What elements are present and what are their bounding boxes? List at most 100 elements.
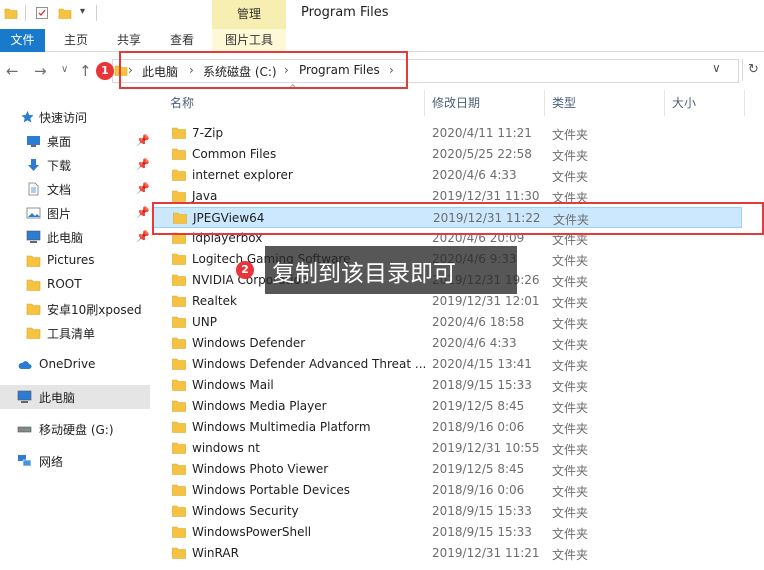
file-row[interactable]: Windows Mail 2018/9/15 15:33 文件夹	[152, 375, 742, 396]
file-row[interactable]: internet explorer 2020/4/6 4:33 文件夹	[152, 165, 742, 186]
file-row[interactable]: 7-Zip 2020/4/11 11:21 文件夹	[152, 123, 742, 144]
new-folder-icon[interactable]	[58, 6, 72, 20]
sidebar-item-downloads[interactable]: 下载 📌	[0, 153, 150, 177]
column-header-name[interactable]: 名称	[170, 94, 194, 120]
ribbon-tabs: 文件 主页 共享 查看 图片工具	[0, 29, 764, 52]
up-arrow-icon[interactable]: ↑	[79, 62, 92, 80]
file-modified-date: 2020/4/11 11:21	[432, 126, 532, 140]
breadcrumb-system-disk[interactable]: 系统磁盘 (C:)	[203, 63, 277, 80]
file-modified-date: 2019/12/31 11:22	[433, 211, 541, 225]
column-header-size[interactable]: 大小	[672, 94, 696, 120]
folder-icon	[26, 255, 41, 267]
folder-icon	[172, 547, 186, 559]
file-row[interactable]: Common Files 2020/5/25 22:58 文件夹	[152, 144, 742, 165]
file-row[interactable]: Windows Portable Devices 2018/9/16 0:06 文件…	[152, 480, 742, 501]
breadcrumb-chevron-icon[interactable]: ›	[284, 63, 289, 77]
file-row[interactable]: WinRAR 2019/12/31 11:21 文件夹	[152, 543, 742, 564]
column-header-modified[interactable]: 修改日期	[432, 94, 480, 120]
sidebar-item-pictures[interactable]: 图片 📌	[0, 201, 150, 225]
file-name: Realtek	[192, 294, 237, 308]
folder-icon	[26, 279, 41, 291]
file-list: ^ 名称 修改日期 类型 大小 7-Zip 2020/4/11 11:21 文件夹 C…	[152, 84, 764, 570]
column-divider[interactable]	[424, 90, 425, 116]
sidebar-item-pictures-folder[interactable]: Pictures	[0, 249, 150, 273]
address-bar[interactable]: › 此电脑 › 系统磁盘 (C:) › Program Files ›	[112, 59, 739, 83]
file-row[interactable]: Windows Multimedia Platform 2018/9/16 0:0…	[152, 417, 742, 438]
file-row[interactable]: Windows Media Player 2019/12/5 8:45 文件夹	[152, 396, 742, 417]
file-row[interactable]: UNP 2020/4/6 18:58 文件夹	[152, 312, 742, 333]
file-row[interactable]: windows nt 2019/12/31 10:55 文件夹	[152, 438, 742, 459]
breadcrumb-this-pc[interactable]: 此电脑	[142, 63, 178, 80]
sidebar-item-label: 桌面	[47, 135, 72, 149]
properties-icon[interactable]	[35, 6, 49, 20]
file-row[interactable]: Realtek 2019/12/31 12:01 文件夹	[152, 291, 742, 312]
file-type: 文件夹	[552, 548, 589, 562]
customize-toolbar-icon[interactable]: ▾	[80, 6, 85, 17]
sidebar-item-label: 文档	[47, 183, 72, 197]
file-name: internet explorer	[192, 168, 293, 182]
forward-arrow-icon[interactable]: →	[34, 62, 47, 80]
sidebar-item-onedrive[interactable]: OneDrive	[0, 353, 150, 377]
sidebar-item-root[interactable]: ROOT	[0, 273, 150, 297]
file-type: 文件夹	[552, 170, 589, 184]
tab-view[interactable]: 查看	[170, 29, 194, 52]
pin-icon[interactable]: 📌	[136, 158, 150, 171]
manage-tab[interactable]: 管理	[212, 0, 286, 29]
tab-picture-tools[interactable]: 图片工具	[212, 29, 286, 52]
file-row[interactable]: JPEGView64 2019/12/31 11:22 文件夹	[152, 207, 742, 228]
file-row[interactable]: Windows Photo Viewer 2019/12/5 8:45 文件夹	[152, 459, 742, 480]
sidebar-item-removable-drive[interactable]: 移动硬盘 (G:)	[0, 417, 150, 441]
pin-icon[interactable]: 📌	[136, 182, 150, 195]
sidebar-item-this-pc[interactable]: 此电脑	[0, 385, 150, 409]
file-name: UNP	[192, 315, 217, 329]
pin-icon[interactable]: 📌	[136, 134, 150, 147]
sidebar-item-desktop[interactable]: 桌面 📌	[0, 129, 150, 153]
file-row[interactable]: Windows Defender 2020/4/6 4:33 文件夹	[152, 333, 742, 354]
tab-file[interactable]: 文件	[0, 29, 45, 52]
folder-icon	[172, 379, 186, 391]
file-modified-date: 2018/9/16 0:06	[432, 420, 525, 434]
file-name: WindowsPowerShell	[192, 525, 312, 539]
breadcrumb-chevron-icon[interactable]: ›	[189, 63, 194, 77]
folder-icon	[172, 484, 186, 496]
folder-icon	[172, 190, 186, 202]
file-row[interactable]: Windows Security 2018/9/15 15:33 文件夹	[152, 501, 742, 522]
pin-icon[interactable]: 📌	[136, 230, 150, 243]
breadcrumb-program-files[interactable]: Program Files	[299, 63, 380, 77]
file-modified-date: 2018/9/15 15:33	[432, 504, 532, 518]
column-header-type[interactable]: 类型	[552, 94, 576, 120]
file-modified-date: 2019/12/31 11:30	[432, 189, 540, 203]
sidebar-item-tool-list[interactable]: 工具清单	[0, 321, 150, 345]
folder-icon	[172, 505, 186, 517]
file-modified-date: 2020/5/25 22:58	[432, 147, 532, 161]
refresh-icon[interactable]: ↻	[742, 59, 764, 81]
sidebar-item-label: 下载	[47, 159, 72, 173]
file-name: Windows Multimedia Platform	[192, 420, 371, 434]
recent-locations-icon[interactable]: ∨	[61, 64, 68, 75]
column-divider[interactable]	[664, 90, 665, 116]
sidebar-item-quick-access[interactable]: 快速访问	[0, 105, 150, 129]
tab-home[interactable]: 主页	[64, 29, 88, 52]
breadcrumb-chevron-icon[interactable]: ›	[128, 63, 133, 77]
sidebar-item-android-xposed[interactable]: 安卓10刷xposed	[0, 297, 150, 321]
column-divider[interactable]	[744, 90, 745, 116]
sidebar-item-documents[interactable]: 文档 📌	[0, 177, 150, 201]
folder-icon[interactable]	[4, 6, 18, 20]
file-modified-date: 2019/12/31 10:55	[432, 441, 540, 455]
pin-icon[interactable]: 📌	[136, 206, 150, 219]
back-arrow-icon[interactable]: ←	[6, 62, 19, 80]
folder-icon	[26, 303, 41, 315]
file-name: Windows Portable Devices	[192, 483, 350, 497]
sidebar-item-network[interactable]: 网络	[0, 449, 150, 473]
address-dropdown-icon[interactable]: ∨	[712, 61, 721, 75]
sidebar-item-this-pc-pinned[interactable]: 此电脑 📌	[0, 225, 150, 249]
sidebar-item-label: 网络	[39, 455, 64, 469]
tab-share[interactable]: 共享	[117, 29, 141, 52]
breadcrumb-chevron-icon[interactable]: ›	[389, 63, 394, 77]
file-row[interactable]: Windows Defender Advanced Threat ... 2020…	[152, 354, 742, 375]
file-type: 文件夹	[552, 443, 589, 457]
file-row[interactable]: Java 2019/12/31 11:30 文件夹	[152, 186, 742, 207]
window-title: Program Files	[301, 5, 389, 20]
file-row[interactable]: WindowsPowerShell 2018/9/15 15:33 文件夹	[152, 522, 742, 543]
column-divider[interactable]	[544, 90, 545, 116]
